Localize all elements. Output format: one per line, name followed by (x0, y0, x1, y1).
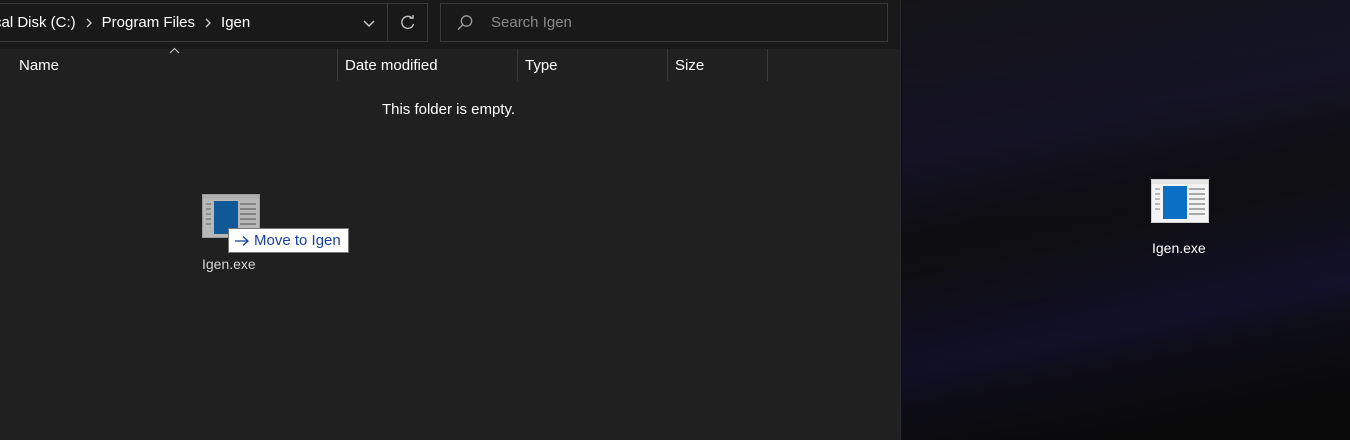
column-header-type[interactable]: Type (525, 49, 667, 81)
column-divider[interactable] (337, 49, 338, 81)
desktop: Igen.exe (902, 0, 1350, 440)
address-bar[interactable]: cal Disk (C:) Program Files Igen (0, 3, 428, 42)
column-header-name[interactable]: Name (19, 49, 337, 81)
breadcrumb-program-files[interactable]: Program Files (102, 14, 195, 31)
breadcrumb-local-disk[interactable]: cal Disk (C:) (0, 14, 76, 31)
column-header-size[interactable]: Size (675, 49, 767, 81)
drag-drop-tooltip: Move to Igen (228, 228, 349, 253)
breadcrumb: cal Disk (C:) Program Files Igen (0, 4, 250, 41)
chevron-right-icon[interactable] (85, 18, 93, 28)
empty-folder-message: This folder is empty. (381, 101, 516, 118)
file-explorer-window: cal Disk (C:) Program Files Igen Search … (0, 0, 901, 440)
desktop-file-label[interactable]: Igen.exe (1152, 240, 1206, 256)
search-box[interactable] (440, 3, 888, 42)
chevron-down-icon (363, 20, 375, 27)
address-history-button[interactable] (355, 4, 383, 41)
refresh-icon (401, 14, 415, 29)
drag-tooltip-label: Move to Igen (254, 232, 341, 249)
search-icon (457, 15, 473, 31)
column-header-date-modified[interactable]: Date modified (345, 49, 517, 81)
breadcrumb-igen[interactable]: Igen (221, 14, 250, 31)
column-divider[interactable] (767, 49, 768, 81)
refresh-button[interactable] (391, 4, 425, 41)
address-divider (387, 4, 388, 41)
column-divider[interactable] (517, 49, 518, 81)
column-divider[interactable] (667, 49, 668, 81)
exe-file-icon[interactable] (1151, 179, 1209, 223)
chevron-right-icon[interactable] (204, 18, 212, 28)
dragged-file-label: Igen.exe (202, 256, 256, 272)
search-input[interactable] (491, 4, 881, 41)
arrow-right-icon (235, 235, 249, 246)
